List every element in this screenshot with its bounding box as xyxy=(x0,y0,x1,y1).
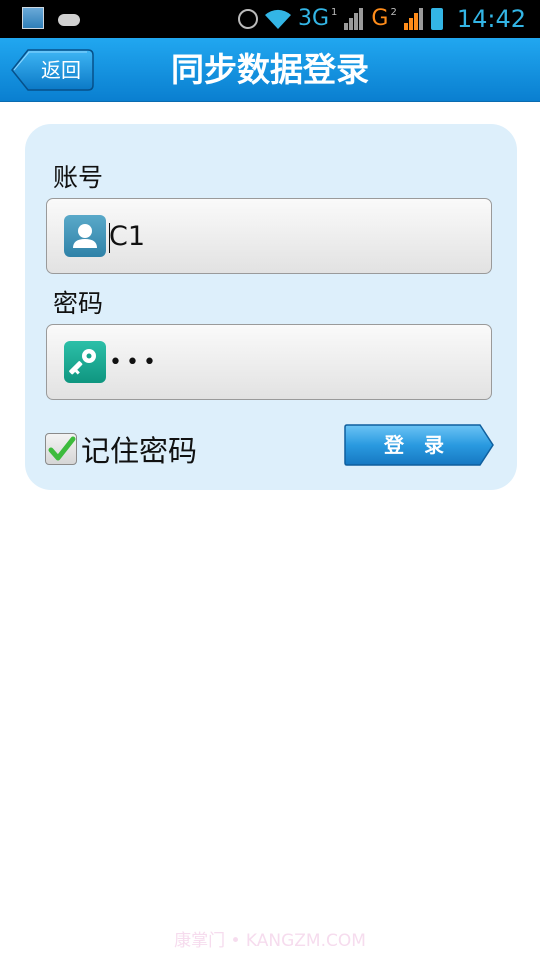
status-right: 3G 1 G 2 14:42 xyxy=(237,4,526,34)
status-time: 14:42 xyxy=(456,5,526,33)
back-button[interactable]: 返回 xyxy=(10,48,94,92)
title-bar: 同步数据登录 返回 xyxy=(0,38,540,102)
user-icon xyxy=(64,215,106,257)
status-left xyxy=(22,7,80,29)
network-g-label: G xyxy=(371,6,389,31)
checkmark-icon xyxy=(48,436,76,461)
password-label: 密码 xyxy=(53,289,104,318)
cloud-icon xyxy=(58,14,80,26)
sim2-indicator: 2 xyxy=(390,6,397,18)
remember-password-label: 记住密码 xyxy=(81,434,198,468)
status-bar: 3G 1 G 2 14:42 xyxy=(0,0,540,38)
alarm-icon xyxy=(237,9,258,29)
login-card: 账号 C1 密码 ••• 记住密码 登录 xyxy=(25,124,517,490)
watermark: 康掌门 • KANGZM.COM xyxy=(174,931,366,951)
sim1-indicator: 1 xyxy=(331,6,338,18)
back-button-label: 返回 xyxy=(41,58,81,82)
account-input-value[interactable]: C1 xyxy=(109,199,145,275)
key-icon xyxy=(64,341,106,383)
wifi-icon xyxy=(264,9,291,29)
remember-checkbox[interactable] xyxy=(45,433,77,465)
remember-password-toggle[interactable]: 记住密码 xyxy=(45,428,197,470)
account-label: 账号 xyxy=(53,163,104,192)
network-3g-label: 3G xyxy=(297,6,330,31)
battery-icon xyxy=(430,8,443,30)
password-field[interactable]: ••• xyxy=(46,324,492,400)
password-input-value[interactable]: ••• xyxy=(109,325,160,401)
login-button[interactable]: 登录 xyxy=(344,424,494,466)
gallery-notification-icon xyxy=(22,7,44,29)
login-button-label: 登录 xyxy=(384,433,464,457)
account-field[interactable]: C1 xyxy=(46,198,492,274)
signal-icon-2 xyxy=(403,8,423,30)
signal-icon-1 xyxy=(344,8,364,30)
